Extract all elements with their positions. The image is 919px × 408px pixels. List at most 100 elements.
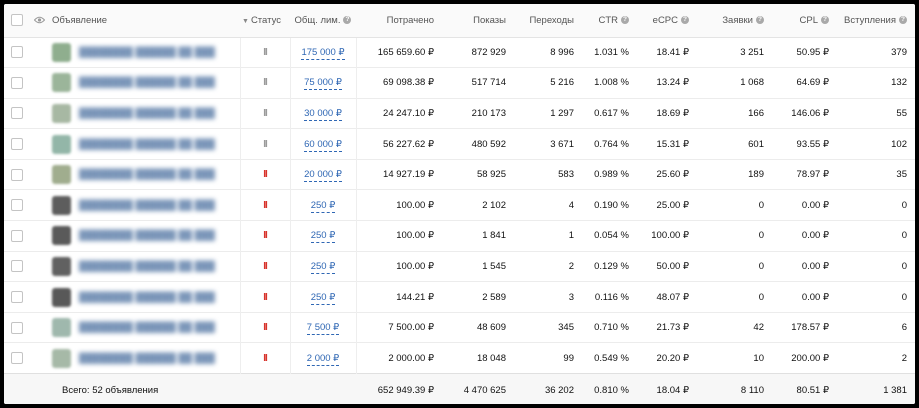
table-row[interactable]: ████████ ██████ ██ ███ II 20 000 ₽ 14 927.1… <box>4 159 915 190</box>
row-checkbox[interactable] <box>11 260 23 273</box>
row-checkbox[interactable] <box>11 291 23 304</box>
ad-cell[interactable]: ████████ ██████ ██ ███ <box>48 282 240 313</box>
pause-icon[interactable]: II <box>263 261 267 272</box>
row-checkbox[interactable] <box>11 199 23 212</box>
ad-thumbnail[interactable] <box>52 134 71 154</box>
status-cell[interactable]: II <box>239 312 290 343</box>
limit-cell[interactable]: 75 000 ₽ <box>289 67 357 99</box>
ad-cell[interactable]: ████████ ██████ ██ ███ <box>48 159 240 190</box>
row-select-cell[interactable] <box>4 221 30 252</box>
pause-icon[interactable]: II <box>263 322 267 333</box>
info-icon[interactable]: ? <box>756 16 764 25</box>
row-checkbox[interactable] <box>11 76 23 89</box>
limit-cell[interactable]: 20 000 ₽ <box>289 159 357 190</box>
status-cell[interactable]: II <box>239 37 290 68</box>
ad-thumbnail[interactable] <box>52 256 71 276</box>
limit-link[interactable]: 60 000 ₽ <box>304 138 342 152</box>
status-cell[interactable]: II <box>239 159 290 190</box>
ad-cell[interactable]: ████████ ██████ ██ ███ <box>48 190 240 221</box>
info-icon[interactable]: ? <box>343 16 352 25</box>
row-select-cell[interactable] <box>4 129 30 160</box>
info-icon[interactable]: ? <box>899 16 907 25</box>
pause-icon[interactable]: II <box>263 77 267 88</box>
ad-thumbnail[interactable] <box>52 287 71 307</box>
table-row[interactable]: ████████ ██████ ██ ███ II 250 ₽100.00 ₽1 8… <box>4 220 915 252</box>
ad-name-blurred[interactable]: ████████ ██████ ██ ███ <box>79 139 215 150</box>
limit-cell[interactable]: 250 ₽ <box>289 281 357 313</box>
ad-name-blurred[interactable]: ████████ ██████ ██ ███ <box>79 353 215 364</box>
ad-name-blurred[interactable]: ████████ ██████ ██ ███ <box>79 292 215 303</box>
pause-icon[interactable]: II <box>263 108 267 119</box>
ad-name-blurred[interactable]: ████████ ██████ ██ ███ <box>79 200 215 211</box>
pause-icon[interactable]: II <box>263 353 267 364</box>
limit-link[interactable]: 30 000 ₽ <box>304 107 342 121</box>
ad-thumbnail[interactable] <box>52 318 71 338</box>
table-row[interactable]: ████████ ██████ ██ ███ II 175 000 ₽ 165 659… <box>4 37 915 68</box>
header-clicks[interactable]: Переходы <box>514 4 582 38</box>
ad-thumbnail[interactable] <box>52 103 71 123</box>
header-cpl[interactable]: CPL? <box>772 4 837 38</box>
limit-link[interactable]: 250 ₽ <box>310 230 336 244</box>
table-row[interactable]: ████████ ██████ ██ ███ II 30 000 ₽ 24 247.1… <box>4 98 915 129</box>
ad-cell[interactable]: ████████ ██████ ██ ███ <box>48 221 240 252</box>
header-limit[interactable]: Общ. лим.? <box>290 4 356 38</box>
row-select-cell[interactable] <box>4 159 30 190</box>
sort-down-icon[interactable]: ▼ <box>242 18 249 25</box>
ad-thumbnail[interactable] <box>52 195 71 215</box>
ad-name-blurred[interactable]: ████████ ██████ ██ ███ <box>79 322 215 333</box>
pause-icon[interactable]: II <box>263 292 267 303</box>
table-row[interactable]: ████████ ██████ ██ ███ II 250 ₽ 100.00 ₽ 2 1… <box>4 189 915 221</box>
ad-cell[interactable]: ████████ ██████ ██ ███ <box>48 129 240 160</box>
row-select-cell[interactable] <box>4 343 30 374</box>
limit-cell[interactable]: 7 500 ₽ <box>289 312 357 343</box>
header-impressions[interactable]: Показы <box>442 4 514 38</box>
limit-link[interactable]: 175 000 ₽ <box>301 46 345 60</box>
limit-cell[interactable]: 250 ₽ <box>289 251 357 282</box>
select-all-cell[interactable] <box>4 4 30 38</box>
table-row[interactable]: ████████ ██████ ██ ███ II 75 000 ₽ 69 098.3… <box>4 67 915 99</box>
limit-link[interactable]: 7 500 ₽ <box>306 322 340 336</box>
status-cell[interactable]: II <box>239 189 290 221</box>
table-row[interactable]: ████████ ██████ ██ ███ II 250 ₽ 100.00 ₽ 1 5… <box>4 251 915 282</box>
row-select-cell[interactable] <box>4 68 30 99</box>
header-status[interactable]: ▼ Статус <box>240 4 290 38</box>
table-row[interactable]: ████████ ██████ ██ ███ II 60 000 ₽ 56 227.6… <box>4 128 915 160</box>
limit-cell[interactable]: 250 ₽ <box>289 220 357 252</box>
ad-cell[interactable]: ████████ ██████ ██ ███ <box>48 98 240 129</box>
table-row[interactable]: ████████ ██████ ██ ███ II 2 000 ₽ 2 000.00 … <box>4 342 915 374</box>
header-ctr[interactable]: CTR? <box>582 4 637 38</box>
ad-cell[interactable]: ████████ ██████ ██ ███ <box>48 37 240 68</box>
pause-icon[interactable]: II <box>263 169 267 180</box>
limit-cell[interactable]: 250 ₽ <box>289 189 357 221</box>
ad-cell[interactable]: ████████ ██████ ██ ███ <box>48 251 240 282</box>
ad-thumbnail[interactable] <box>52 348 71 368</box>
status-cell[interactable]: II <box>239 67 290 99</box>
status-cell[interactable]: II <box>239 220 290 252</box>
visibility-header[interactable] <box>30 4 48 38</box>
limit-cell[interactable]: 60 000 ₽ <box>289 128 357 160</box>
limit-link[interactable]: 250 ₽ <box>310 260 336 274</box>
status-cell[interactable]: II <box>239 98 290 129</box>
ad-cell[interactable]: ████████ ██████ ██ ███ <box>48 68 240 99</box>
header-joins[interactable]: Вступления? <box>837 4 915 38</box>
status-cell[interactable]: II <box>239 251 290 282</box>
row-select-cell[interactable] <box>4 37 30 68</box>
row-select-cell[interactable] <box>4 190 30 221</box>
pause-icon[interactable]: II <box>263 139 267 150</box>
ad-name-blurred[interactable]: ████████ ██████ ██ ███ <box>79 230 215 241</box>
ad-thumbnail[interactable] <box>52 73 71 93</box>
ad-name-blurred[interactable]: ████████ ██████ ██ ███ <box>79 108 215 119</box>
ad-thumbnail[interactable] <box>52 165 71 185</box>
pause-icon[interactable]: II <box>263 230 267 241</box>
row-select-cell[interactable] <box>4 282 30 313</box>
limit-link[interactable]: 250 ₽ <box>310 199 336 213</box>
ad-cell[interactable]: ████████ ██████ ██ ███ <box>48 343 240 374</box>
ad-name-blurred[interactable]: ████████ ██████ ██ ███ <box>79 261 215 272</box>
limit-link[interactable]: 75 000 ₽ <box>304 77 342 91</box>
ad-thumbnail[interactable] <box>52 42 71 62</box>
header-leads[interactable]: Заявки? <box>697 4 772 38</box>
info-icon[interactable]: ? <box>621 16 629 25</box>
limit-cell[interactable]: 175 000 ₽ <box>289 37 357 68</box>
info-icon[interactable]: ? <box>821 16 829 25</box>
ad-name-blurred[interactable]: ████████ ██████ ██ ███ <box>79 47 215 58</box>
